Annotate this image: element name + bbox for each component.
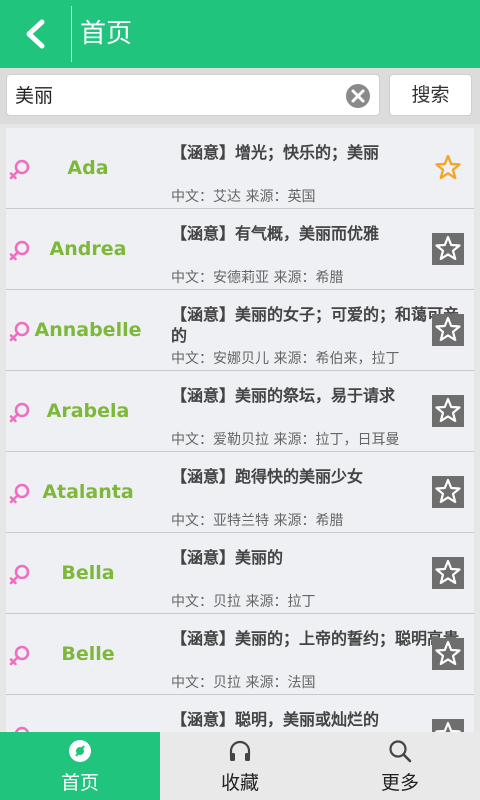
list-item[interactable]: Bella 【涵意】美丽的中文：贝拉 来源：拉丁 [6, 533, 474, 614]
star-icon-favorited[interactable] [432, 152, 464, 184]
name-label: Belle [61, 643, 115, 665]
meaning-text: 【涵意】有气概，美丽而优雅 [171, 224, 380, 243]
female-icon [9, 645, 30, 666]
star-icon[interactable] [432, 476, 464, 508]
female-icon [9, 321, 30, 342]
search-input[interactable]: 美丽 [6, 74, 380, 116]
female-icon [9, 483, 30, 504]
star-icon[interactable] [432, 233, 464, 265]
search-icon [389, 740, 412, 763]
female-icon [9, 402, 30, 423]
search-button[interactable]: 搜索 [389, 74, 472, 116]
meta-text: 中文：贝拉 来源：法国 [171, 675, 316, 691]
list-item[interactable]: Atalanta 【涵意】跑得快的美丽少女 中文：亚特兰特 来源：希腊 [6, 452, 474, 533]
list-item[interactable]: 【涵意】聪明，美丽或灿烂的 [6, 695, 474, 732]
list-item[interactable]: Ada 【涵意】增光；快乐的；美丽 中文：艾达 来源：英国 [6, 128, 474, 209]
name-label [32, 695, 144, 732]
star-icon[interactable] [432, 395, 464, 427]
star-icon[interactable] [432, 638, 464, 670]
name-label: Ada [67, 157, 109, 179]
bottom-nav: 首页 收藏 更多 [0, 732, 480, 800]
name-label: Arabela [46, 400, 130, 422]
headphones-icon [229, 740, 251, 761]
app-header: 首页 [0, 0, 480, 68]
meaning-text: 【涵意】美丽的祭坛，易于请求 [171, 386, 396, 405]
list-item[interactable]: Annabelle 【涵意】美丽的女子；可爱的；和蔼可亲的中文：安娜贝儿 来源：希… [6, 290, 474, 371]
meaning-text: 【涵意】美丽的；上帝的誓约；聪明高贵 [171, 629, 460, 648]
female-icon [9, 240, 30, 261]
female-icon [9, 159, 30, 180]
meaning-text: 【涵意】美丽的女子；可爱的；和蔼可亲的 [171, 305, 460, 345]
meaning-text: 【涵意】增光；快乐的；美丽 [171, 143, 380, 162]
female-icon [9, 564, 30, 585]
list-item[interactable]: Arabela 【涵意】美丽的祭坛，易于请求 中文：爱勒贝拉 来源：拉丁，日耳曼 [6, 371, 474, 452]
nav-item-favorites[interactable]: 收藏 [160, 732, 320, 800]
meaning-text: 【涵意】聪明，美丽或灿烂的 [171, 710, 380, 729]
meta-text: 中文：爱勒贝拉 来源：拉丁，日耳曼 [171, 432, 400, 448]
name-label: Atalanta [42, 481, 134, 503]
meta-text: 中文：亚特兰特 来源：希腊 [171, 513, 344, 529]
home-disc-icon [69, 740, 91, 762]
name-label: Bella [61, 562, 115, 584]
page-title: 首页 [80, 19, 133, 49]
nav-label: 收藏 [220, 772, 259, 794]
meta-text: 中文：贝拉 来源：拉丁 [171, 594, 316, 610]
back-button[interactable] [0, 0, 70, 68]
meta-text: 中文：艾达 来源：英国 [171, 189, 316, 205]
list-item[interactable]: Belle 【涵意】美丽的；上帝的誓约；聪明高贵 中文：贝拉 来源：法国 [6, 614, 474, 695]
meta-text: 中文：安娜贝儿 来源：希伯来，拉丁 [171, 351, 400, 367]
name-list: Ada 【涵意】增光；快乐的；美丽 中文：艾达 来源：英国 Andrea 【涵意】有气概… [6, 128, 474, 732]
star-icon[interactable] [432, 719, 464, 732]
clear-icon[interactable] [345, 83, 371, 109]
nav-item-home[interactable]: 首页 [0, 732, 160, 800]
star-icon[interactable] [432, 557, 464, 589]
nav-label: 首页 [60, 772, 99, 794]
search-bar: 美丽 搜索 [0, 68, 480, 124]
star-icon[interactable] [432, 314, 464, 346]
nav-label: 更多 [380, 772, 419, 794]
nav-item-more[interactable]: 更多 [320, 732, 480, 800]
header-divider [71, 6, 72, 62]
chevron-left-icon [26, 19, 45, 49]
meta-text: 中文：安德莉亚 来源：希腊 [171, 270, 344, 286]
meaning-text: 【涵意】美丽的 [171, 548, 284, 567]
name-label: Andrea [49, 238, 127, 260]
search-query: 美丽 [15, 85, 54, 107]
female-icon [14, 726, 30, 732]
list-item[interactable]: Andrea 【涵意】有气概，美丽而优雅 中文：安德莉亚 来源：希腊 [6, 209, 474, 290]
meaning-text: 【涵意】跑得快的美丽少女 [171, 467, 364, 486]
name-label: Annabelle [34, 319, 142, 341]
